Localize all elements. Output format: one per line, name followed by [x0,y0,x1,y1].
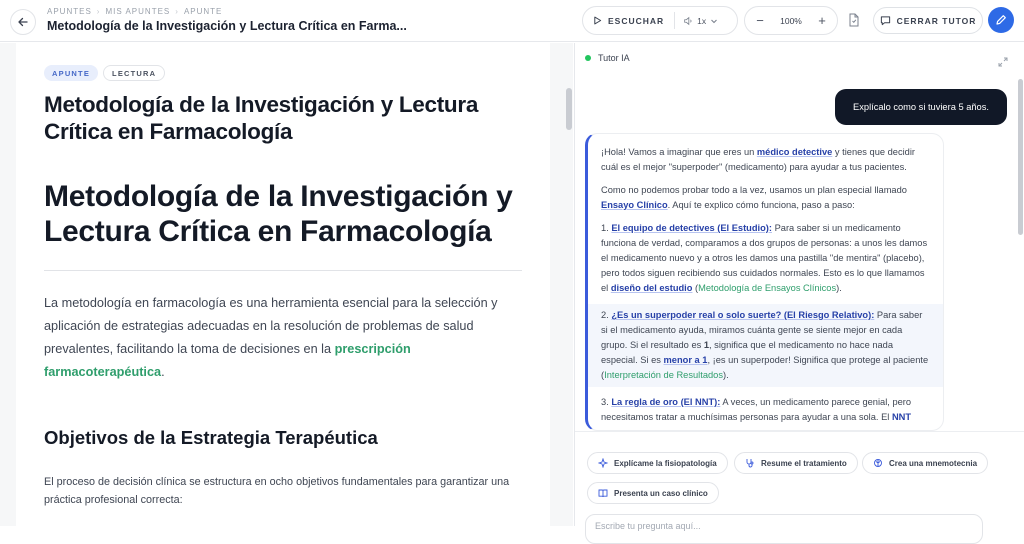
concept-link[interactable]: ¿Es un superpoder real o solo suerte? (E… [611,310,874,320]
document-heading: Metodología de la Investigación y Lectur… [44,180,513,248]
suggestion-label: Resume el tratamiento [761,458,847,468]
section-paragraph: El proceso de decisión clínica se estruc… [44,476,510,506]
edit-button[interactable] [988,7,1014,33]
close-tutor-button[interactable]: CERRAR TUTOR [873,7,983,34]
document-title: Metodología de la Investigación y Lectur… [44,92,479,144]
listen-button[interactable]: ESCUCHAR [583,7,674,34]
tag-lectura: LECTURA [103,65,166,81]
play-icon [594,16,602,25]
intro-paragraph: La metodología en farmacología es una he… [44,292,514,384]
suggestion-fisiopatologia[interactable]: Explícame la fisiopatología [587,452,728,474]
tutor-panel: Tutor IA Explícalo como si tuviera 5 año… [574,43,1024,544]
top-bar: APUNTES › MIS APUNTES › APUNTE Metodolog… [0,0,1024,42]
close-tutor-label: CERRAR TUTOR [896,15,977,26]
zoom-level: 100% [780,15,802,26]
user-message: Explícalo como si tuviera 5 años. [835,89,1007,125]
zoom-controls: − 100% + [744,6,838,35]
status-dot [585,55,591,61]
file-icon[interactable] [848,13,860,32]
breadcrumb-separator: › [175,7,179,16]
suggestion-label: Crea una mnemotecnia [889,458,978,468]
page-title: Metodología de la Investigación y Lectur… [47,19,407,33]
tag-list: APUNTE LECTURA [44,65,166,81]
suggestion-resume[interactable]: Resume el tratamiento [734,452,858,474]
document-area: APUNTE LECTURA Metodología de la Investi… [0,43,573,526]
book-icon [598,489,608,498]
concept-link[interactable]: Ensayo Clínico [601,200,668,210]
concept-link[interactable]: La regla de oro (El NNT): [611,397,720,407]
zoom-in-button[interactable]: + [815,13,829,28]
breadcrumb-mis-apuntes[interactable]: MIS APUNTES [105,7,170,16]
ai-paragraph: Como no podemos probar todo a la vez, us… [601,185,907,210]
intro-text-end: . [161,365,165,379]
chevron-down-icon [711,19,718,23]
stethoscope-icon [746,459,754,468]
ai-paragraph: ¡Hola! Vamos a imaginar que eres un médi… [601,147,916,172]
question-input[interactable]: Escribe tu pregunta aquí... [585,514,983,544]
expand-icon[interactable] [998,54,1008,72]
document-scrollbar[interactable] [566,88,572,130]
topic-link[interactable]: Metodología de Ensayos Clínicos [698,283,836,293]
concept-link[interactable]: médico detective [757,147,832,157]
topic-link[interactable]: Interpretación de Resultados [604,370,723,380]
suggestion-caso-clinico[interactable]: Presenta un caso clínico [587,482,719,504]
pencil-icon [996,15,1006,25]
breadcrumb-apuntes[interactable]: APUNTES [47,7,92,16]
suggestions-area: Explícame la fisiopatología Resume el tr… [575,431,1024,544]
ai-paragraph: 1. El equipo de detectives (El Estudio):… [601,223,928,293]
zoom-out-button[interactable]: − [753,13,767,28]
intro-text: La metodología en farmacología es una he… [44,296,498,356]
breadcrumb-separator: › [96,7,101,16]
divider [44,270,522,271]
listen-label: ESCUCHAR [608,15,665,26]
chat-icon [880,16,890,26]
ai-paragraph: 2. ¿Es un superpoder real o solo suerte?… [588,304,943,387]
breadcrumb-apunte: APUNTE [183,7,223,16]
ai-message: ¡Hola! Vamos a imaginar que eres un médi… [585,133,944,431]
tutor-header: Tutor IA [585,53,630,63]
brain-icon [874,459,882,467]
ai-paragraph: 3. La regla de oro (El NNT): A veces, un… [601,397,912,422]
tag-apunte: APUNTE [44,65,99,81]
suggestion-label: Presenta un caso clínico [614,488,708,498]
concept-link[interactable]: menor a 1 [664,355,708,365]
suggestion-label: Explícame la fisiopatología [614,458,717,468]
sparkle-icon [598,458,608,468]
concept-link[interactable]: El equipo de detectives (El Estudio): [611,223,772,233]
back-button[interactable] [10,9,36,35]
audio-controls: ESCUCHAR 1x [582,6,738,35]
document-page: APUNTE LECTURA Metodología de la Investi… [16,43,550,526]
arrow-left-icon [18,17,28,27]
volume-icon [684,16,692,25]
suggestion-mnemotecnia[interactable]: Crea una mnemotecnia [862,452,989,474]
concept-link[interactable]: NNT [892,412,911,422]
breadcrumb: APUNTES › MIS APUNTES › APUNTE [47,7,222,16]
input-placeholder: Escribe tu pregunta aquí... [595,521,701,531]
speed-selector[interactable]: 1x [675,16,726,26]
speed-value: 1x [697,15,707,26]
concept-link[interactable]: diseño del estudio [611,283,693,293]
chat-scrollbar[interactable] [1018,79,1023,235]
section-heading: Objetivos de la Estrategia Terapéutica [44,427,378,448]
tutor-title: Tutor IA [598,53,630,63]
